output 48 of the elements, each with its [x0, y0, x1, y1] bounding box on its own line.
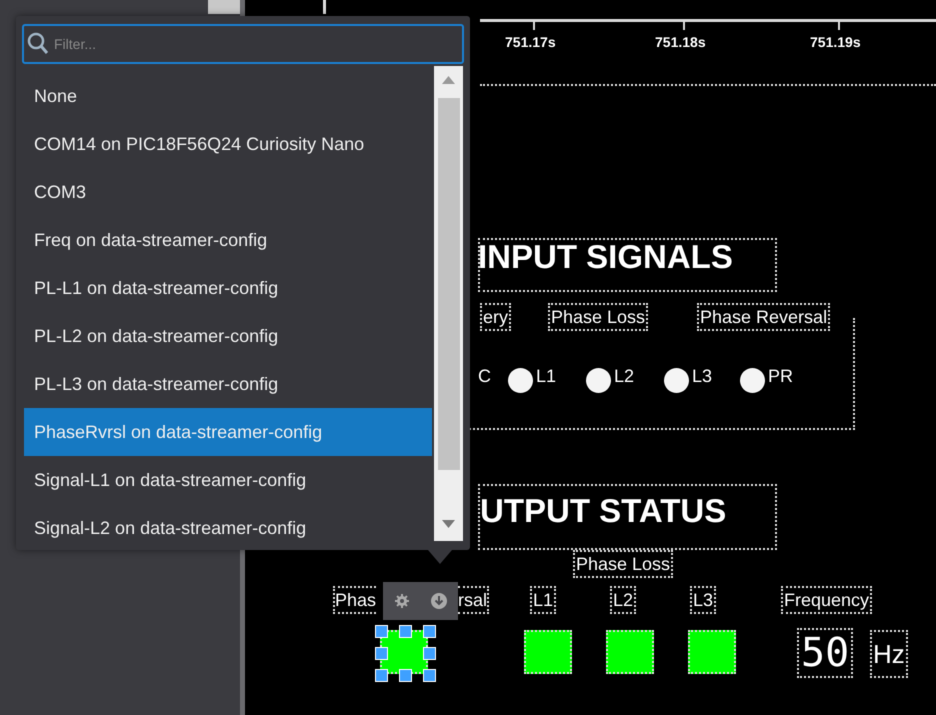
- resize-handle[interactable]: [399, 669, 412, 682]
- search-icon: [27, 32, 49, 56]
- port-option[interactable]: PhaseRvrsl on data-streamer-config: [24, 408, 432, 456]
- indicator-label: L1: [536, 366, 556, 387]
- frequency-label: Frequency: [781, 586, 872, 614]
- resize-handle[interactable]: [423, 669, 436, 682]
- indicator-label: C: [478, 366, 491, 387]
- resize-handle[interactable]: [375, 647, 388, 660]
- led-label: L2: [610, 586, 636, 614]
- section-title: UTPUT STATUS: [480, 492, 726, 530]
- indicator-label: PR: [768, 366, 794, 387]
- led-label: L1: [530, 586, 556, 614]
- group-label: Phase Reversal: [697, 303, 830, 331]
- group-label: ery: [480, 303, 512, 331]
- port-option[interactable]: COM3: [24, 168, 432, 216]
- time-label: 751.18s: [655, 34, 706, 50]
- led-label: Phas: [333, 586, 376, 614]
- port-option[interactable]: Signal-L1 on data-streamer-config: [24, 456, 432, 504]
- scroll-down-icon[interactable]: [442, 520, 455, 528]
- led-label: L3: [690, 586, 716, 614]
- port-option[interactable]: PL-L2 on data-streamer-config: [24, 312, 432, 360]
- port-option[interactable]: None: [24, 72, 432, 120]
- indicator-label: L3: [692, 366, 712, 387]
- resize-handle[interactable]: [375, 669, 388, 682]
- port-option[interactable]: COM14 on PIC18F56Q24 Curiosity Nano: [24, 120, 432, 168]
- group-label: Phase Loss: [548, 303, 648, 331]
- port-option[interactable]: Freq on data-streamer-config: [24, 216, 432, 264]
- unit-label: Hz: [870, 630, 908, 678]
- port-option[interactable]: PL-L3 on data-streamer-config: [24, 360, 432, 408]
- port-option[interactable]: PL-L1 on data-streamer-config: [24, 264, 432, 312]
- resize-handle[interactable]: [423, 625, 436, 638]
- frequency-display: 50: [797, 628, 854, 678]
- scrollbar[interactable]: [434, 66, 463, 541]
- panel-tab[interactable]: [208, 0, 240, 14]
- settings-icon[interactable]: [394, 593, 410, 609]
- scroll-up-icon[interactable]: [442, 76, 455, 84]
- resize-handle[interactable]: [375, 625, 388, 638]
- group-label: Phase Loss: [573, 550, 674, 578]
- download-icon[interactable]: [431, 593, 448, 609]
- resize-handle[interactable]: [399, 625, 412, 638]
- resize-handle[interactable]: [423, 647, 436, 660]
- section-title: INPUT SIGNALS: [478, 238, 733, 276]
- time-marker: [323, 0, 326, 14]
- filter-field[interactable]: Filter...: [22, 24, 464, 64]
- time-label: 751.19s: [810, 34, 861, 50]
- time-label: 751.17s: [505, 34, 556, 50]
- indicator-label: L2: [614, 366, 634, 387]
- port-option[interactable]: Signal-L2 on data-streamer-config: [24, 504, 432, 552]
